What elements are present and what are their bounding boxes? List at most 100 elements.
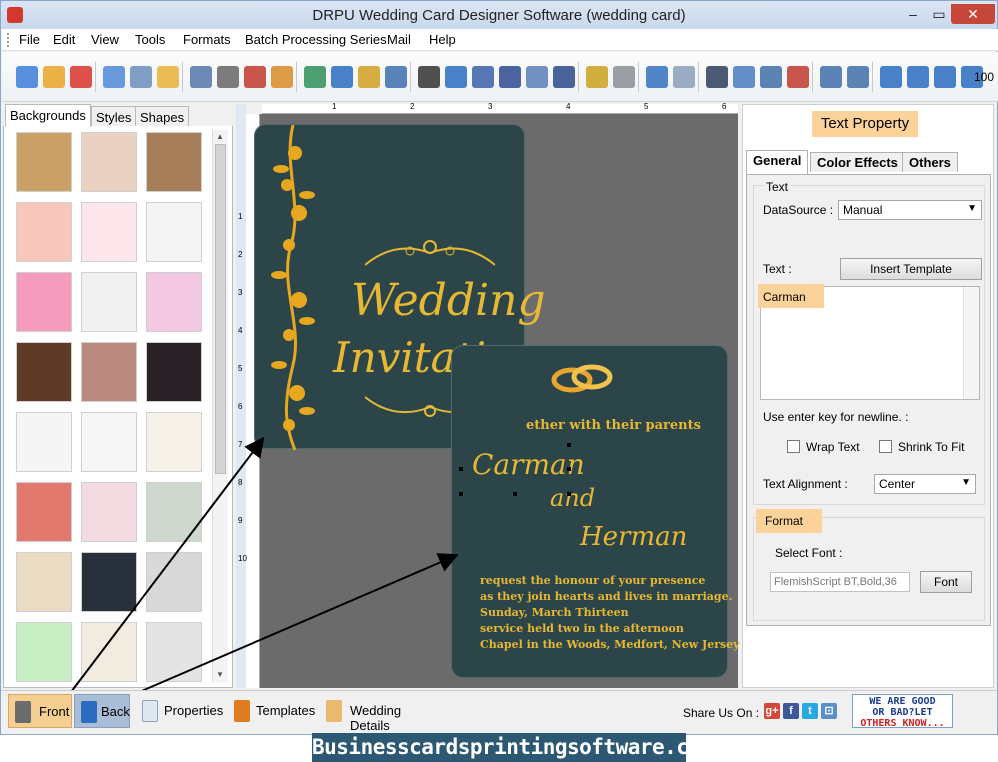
detail-line-4[interactable]: service held two in the afternoon (480, 622, 684, 635)
background-thumbnail[interactable] (16, 552, 72, 612)
batch-icon[interactable] (613, 66, 635, 88)
bring-front-icon[interactable] (820, 66, 842, 88)
tab-styles[interactable]: Styles (91, 106, 137, 126)
menu-help[interactable]: Help (429, 32, 456, 47)
text-icon[interactable] (445, 66, 467, 88)
detail-line-1[interactable]: request the honour of your presence (480, 574, 705, 587)
selection-handle[interactable] (567, 492, 571, 496)
detail-line-2[interactable]: as they join hearts and lives in marriag… (480, 590, 732, 603)
open-icon[interactable] (43, 66, 65, 88)
insert-template-button[interactable]: Insert Template (840, 258, 982, 280)
image-icon[interactable] (304, 66, 326, 88)
shape-icon[interactable] (358, 66, 380, 88)
new-icon[interactable] (16, 66, 38, 88)
background-thumbnail[interactable] (146, 342, 202, 402)
groom-name[interactable]: Herman (580, 522, 687, 552)
print-preview-icon[interactable] (190, 66, 212, 88)
left-panel-scrollbar[interactable]: ▲ ▼ (212, 130, 228, 682)
email-icon[interactable] (526, 66, 548, 88)
splitter[interactable] (236, 104, 246, 688)
wedding-details-button[interactable]: Wedding Details (320, 694, 440, 733)
close-button[interactable]: ✕ (951, 4, 995, 24)
facebook-icon[interactable]: f (783, 703, 799, 719)
undo-icon[interactable] (646, 66, 668, 88)
menu-mail[interactable]: Mail (387, 32, 411, 47)
tab-general[interactable]: General (746, 150, 809, 174)
share-icon[interactable]: ⊡ (821, 703, 837, 719)
background-thumbnail[interactable] (16, 412, 72, 472)
background-thumbnail[interactable] (16, 202, 72, 262)
datasource-select[interactable]: Manual ▼ (838, 200, 982, 220)
scroll-thumb[interactable] (215, 144, 226, 474)
background-thumbnail[interactable] (146, 552, 202, 612)
feedback-badge[interactable]: WE ARE GOOD OR BAD?LET OTHERS KNOW... (852, 694, 953, 729)
background-thumbnail[interactable] (146, 622, 202, 682)
background-thumbnail[interactable] (16, 342, 72, 402)
signature-icon[interactable] (499, 66, 521, 88)
menu-edit[interactable]: Edit (53, 32, 75, 47)
background-thumbnail[interactable] (81, 272, 137, 332)
twitter-icon[interactable]: t (802, 703, 818, 719)
background-thumbnail[interactable] (16, 482, 72, 542)
background-thumbnail[interactable] (81, 342, 137, 402)
background-thumbnail[interactable] (16, 272, 72, 332)
detail-line-5[interactable]: Chapel in the Woods, Medfort, New Jersey (480, 638, 740, 651)
selection-handle[interactable] (459, 492, 463, 496)
paste-icon[interactable] (760, 66, 782, 88)
tab-color-effects[interactable]: Color Effects (810, 152, 905, 172)
scroll-down-icon[interactable]: ▼ (216, 670, 224, 679)
back-button[interactable]: Back (74, 694, 130, 728)
selection-handle[interactable] (567, 443, 571, 447)
line-icon[interactable] (553, 66, 575, 88)
background-thumbnail[interactable] (146, 202, 202, 262)
minimize-button[interactable]: – (899, 4, 927, 24)
print-icon[interactable] (217, 66, 239, 88)
selection-handle[interactable] (567, 467, 571, 471)
templates-button[interactable]: Templates (228, 694, 316, 728)
bride-name[interactable]: Carman (472, 448, 585, 481)
font-display-field[interactable]: FlemishScript BT,Bold,36 (770, 572, 910, 592)
alignment-select[interactable]: Center ▼ (874, 474, 976, 494)
detail-line-3[interactable]: Sunday, March Thirteen (480, 606, 629, 619)
send-back-icon[interactable] (847, 66, 869, 88)
database-icon[interactable] (586, 66, 608, 88)
back-intro-text[interactable]: ether with their parents (526, 418, 701, 433)
maximize-button[interactable]: ▭ (925, 4, 953, 24)
background-thumbnail[interactable] (81, 202, 137, 262)
selection-handle[interactable] (459, 467, 463, 471)
tab-backgrounds[interactable]: Backgrounds (5, 104, 91, 127)
front-title-line1[interactable]: Wedding (351, 275, 546, 326)
background-thumbnail[interactable] (146, 132, 202, 192)
front-button[interactable]: Front (8, 694, 72, 728)
menu-tools[interactable]: Tools (135, 32, 165, 47)
background-thumbnail[interactable] (81, 552, 137, 612)
redo-icon[interactable] (673, 66, 695, 88)
menu-batch-processing[interactable]: Batch Processing Series (245, 32, 387, 47)
close-icon[interactable] (70, 66, 92, 88)
gift-icon[interactable] (271, 66, 293, 88)
and-text[interactable]: and (550, 484, 595, 512)
menu-file[interactable]: File (19, 32, 40, 47)
export-icon[interactable] (157, 66, 179, 88)
background-thumbnail[interactable] (81, 132, 137, 192)
word-art-icon[interactable] (472, 66, 494, 88)
selection-handle[interactable] (513, 492, 517, 496)
fit-window-icon[interactable] (934, 66, 956, 88)
background-thumbnail[interactable] (16, 622, 72, 682)
background-thumbnail[interactable] (146, 412, 202, 472)
tab-others[interactable]: Others (902, 152, 958, 172)
background-thumbnail[interactable] (146, 272, 202, 332)
background-thumbnail[interactable] (81, 482, 137, 542)
tab-shapes[interactable]: Shapes (135, 106, 190, 126)
font-button[interactable]: Font (920, 571, 972, 593)
watermark-icon[interactable] (385, 66, 407, 88)
google-plus-icon[interactable]: g+ (764, 703, 780, 719)
background-thumbnail[interactable] (81, 622, 137, 682)
delete-icon[interactable] (787, 66, 809, 88)
barcode-icon[interactable] (418, 66, 440, 88)
pencil-icon[interactable] (331, 66, 353, 88)
text-input-value[interactable]: Carman (763, 290, 806, 304)
background-thumbnail[interactable] (81, 412, 137, 472)
textarea-scrollbar[interactable] (963, 287, 979, 399)
menu-formats[interactable]: Formats (183, 32, 231, 47)
